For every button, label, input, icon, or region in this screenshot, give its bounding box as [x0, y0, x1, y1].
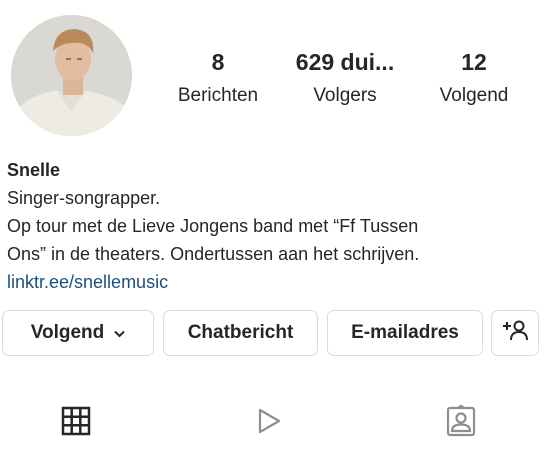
posts-count: 8 — [211, 49, 225, 75]
profile-bio: Snelle Singer-songrapper. Op tour met de… — [7, 156, 542, 296]
posts-label: Berichten — [177, 85, 259, 106]
profile-link[interactable]: linktr.ee/snellemusic — [7, 268, 542, 296]
bio-line-3: Ons” in de theaters. Ondertussen aan het… — [7, 244, 420, 264]
message-button[interactable]: Chatbericht — [163, 310, 318, 356]
followers-label: Volgers — [313, 85, 377, 106]
following-count: 12 — [461, 49, 487, 75]
grid-icon — [61, 406, 91, 441]
followers-stat[interactable]: 629 dui... Volgers — [280, 48, 410, 108]
following-button[interactable]: Volgend — [2, 310, 154, 356]
followers-count: 629 dui... — [295, 49, 395, 75]
tagged-person-icon — [446, 403, 476, 442]
following-button-label: Volgend — [30, 322, 105, 343]
email-button-label: E-mailadres — [351, 322, 459, 343]
profile-avatar[interactable] — [11, 15, 132, 136]
message-button-label: Chatbericht — [187, 322, 294, 343]
add-user-icon — [502, 319, 528, 347]
tab-posts-grid[interactable] — [58, 405, 94, 441]
reels-play-icon — [253, 406, 283, 441]
following-label: Volgend — [439, 85, 509, 106]
chevron-down-icon — [114, 322, 125, 344]
email-button[interactable]: E-mailadres — [327, 310, 483, 356]
tab-tagged[interactable] — [443, 403, 479, 442]
suggested-users-button[interactable] — [491, 310, 539, 356]
following-stat[interactable]: 12 Volgend — [424, 48, 524, 108]
tab-reels[interactable] — [250, 405, 286, 441]
profile-name: Snelle — [7, 160, 61, 180]
bio-line-1: Singer-songrapper. — [7, 188, 161, 208]
bio-line-2: Op tour met de Lieve Jongens band met “F… — [7, 216, 419, 236]
posts-stat: 8 Berichten — [168, 48, 268, 108]
